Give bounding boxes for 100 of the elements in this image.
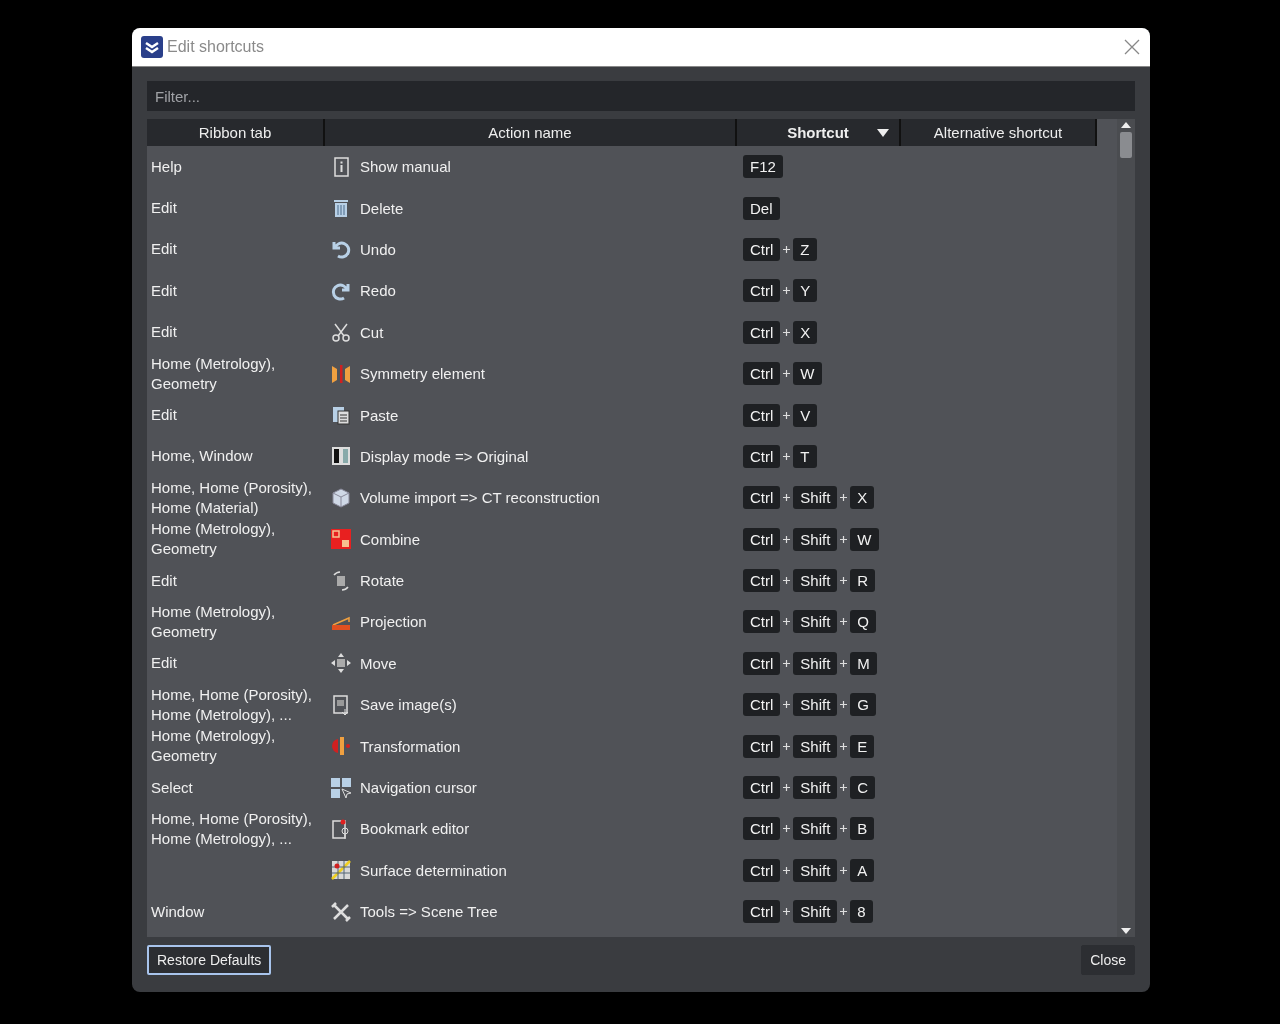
plus-icon (783, 618, 791, 626)
key-cap[interactable]: Shift (793, 651, 838, 675)
column-header[interactable]: Alternative shortcut (901, 119, 1097, 146)
ribbon-tab-cell-text: Home (Metrology), Geometry (150, 353, 277, 394)
close-icon[interactable] (1124, 39, 1140, 55)
paste-icon (330, 404, 352, 427)
key-cap[interactable]: Ctrl (743, 858, 781, 882)
key-cap[interactable]: Ctrl (743, 444, 781, 468)
key-cap[interactable]: F12 (743, 155, 783, 179)
column-header[interactable]: Shortcut (737, 119, 901, 146)
key-cap[interactable]: Q (850, 610, 876, 634)
plus-icon (783, 825, 791, 833)
key-cap[interactable]: Ctrl (743, 527, 781, 551)
key-cap[interactable]: T (793, 444, 817, 468)
key-cap[interactable]: Ctrl (743, 693, 781, 717)
key-cap[interactable]: Ctrl (743, 817, 781, 841)
key-cap[interactable]: X (793, 320, 818, 344)
key-cap[interactable]: Shift (793, 693, 838, 717)
key-cap[interactable]: Shift (793, 610, 838, 634)
plus-icon (783, 535, 791, 543)
plus-icon (840, 535, 848, 543)
plus-icon (783, 784, 791, 792)
plus-icon (840, 825, 848, 833)
tools-icon (330, 900, 352, 923)
plus-icon (840, 908, 848, 916)
key-cap[interactable]: Z (793, 237, 817, 261)
key-cap[interactable]: Ctrl (743, 362, 781, 386)
key-cap[interactable]: Shift (793, 776, 838, 800)
key-cap[interactable]: V (793, 403, 818, 427)
key-cap[interactable]: E (850, 734, 875, 758)
ribbon-tab-cell-text: Edit (150, 653, 178, 674)
key-cap[interactable]: Shift (793, 569, 838, 593)
action-name-cell: Symmetry element (360, 365, 486, 383)
sort-descending-icon (877, 128, 889, 137)
key-cap[interactable]: Shift (793, 817, 838, 841)
move-arrows-icon (330, 652, 352, 675)
key-cap[interactable]: Shift (793, 858, 838, 882)
plus-icon (783, 245, 791, 253)
ribbon-tab-cell-text: Home (Metrology), Geometry (150, 726, 277, 767)
key-cap[interactable]: Del (743, 196, 780, 220)
plus-icon (840, 784, 848, 792)
ribbon-tab-cell-text: Edit (150, 198, 178, 219)
key-cap[interactable]: Shift (793, 486, 838, 510)
key-cap[interactable]: Ctrl (743, 734, 781, 758)
column-header[interactable]: Ribbon tab (147, 119, 325, 146)
ribbon-tab-cell-text: Select (150, 777, 194, 798)
scrollbar-thumb[interactable] (1120, 132, 1132, 158)
ribbon-tab-cell-text: Home, Home (Porosity), Home (Metrology), ... (150, 808, 313, 849)
ribbon-tab-cell-text: Edit (150, 322, 178, 343)
key-cap[interactable]: Ctrl (743, 486, 781, 510)
action-name-cell: Surface determination (360, 861, 507, 879)
plus-icon (840, 866, 848, 874)
action-name-cell: Bookmark editor (360, 820, 470, 838)
cube-icon (330, 486, 352, 509)
key-cap[interactable]: Ctrl (743, 569, 781, 593)
key-cap[interactable]: W (793, 362, 822, 386)
ribbon-tab-cell-text: Edit (150, 570, 178, 591)
transformation-icon (330, 735, 352, 758)
plus-icon (840, 659, 848, 667)
key-cap[interactable]: 8 (850, 900, 873, 924)
ribbon-tab-cell-text: Help (150, 156, 183, 177)
restore-defaults-button[interactable]: Restore Defaults (147, 945, 272, 975)
scroll-down-icon[interactable] (1121, 928, 1131, 934)
ribbon-tab-cell-text: Home, Home (Porosity), Home (Material) (150, 477, 313, 518)
key-cap[interactable]: Ctrl (743, 279, 781, 303)
key-cap[interactable]: Ctrl (743, 900, 781, 924)
plus-icon (783, 370, 791, 378)
key-cap[interactable]: G (850, 693, 876, 717)
symmetry-icon (330, 362, 352, 385)
bookmark-editor-icon (330, 817, 352, 840)
ribbon-tab-cell-text: Edit (150, 405, 178, 426)
filter-field[interactable]: Filter... (147, 81, 1135, 111)
ribbon-tab-cell-text: Edit (150, 280, 178, 301)
key-cap[interactable]: A (850, 858, 875, 882)
close-button[interactable]: Close (1081, 945, 1135, 975)
ribbon-tab-cell-text: Window (150, 901, 206, 922)
key-cap[interactable]: Ctrl (743, 237, 781, 261)
key-cap[interactable]: W (850, 527, 879, 551)
surface-grid-icon (330, 859, 352, 882)
key-cap[interactable]: X (850, 486, 875, 510)
key-cap[interactable]: Ctrl (743, 610, 781, 634)
plus-icon (783, 908, 791, 916)
action-name-cell: Delete (360, 199, 404, 217)
key-cap[interactable]: Ctrl (743, 403, 781, 427)
plus-icon (783, 494, 791, 502)
key-cap[interactable]: Ctrl (743, 651, 781, 675)
key-cap[interactable]: Ctrl (743, 320, 781, 344)
key-cap[interactable]: Shift (793, 527, 838, 551)
scroll-up-icon[interactable] (1121, 122, 1131, 128)
key-cap[interactable]: R (850, 569, 876, 593)
ribbon-tab-cell-text: Edit (150, 239, 178, 260)
key-cap[interactable]: Y (793, 279, 818, 303)
column-header[interactable]: Action name (325, 119, 737, 146)
key-cap[interactable]: Ctrl (743, 776, 781, 800)
scrollbar[interactable] (1117, 119, 1135, 937)
key-cap[interactable]: Shift (793, 900, 838, 924)
key-cap[interactable]: M (850, 651, 877, 675)
key-cap[interactable]: B (850, 817, 875, 841)
key-cap[interactable]: Shift (793, 734, 838, 758)
key-cap[interactable]: C (850, 776, 876, 800)
